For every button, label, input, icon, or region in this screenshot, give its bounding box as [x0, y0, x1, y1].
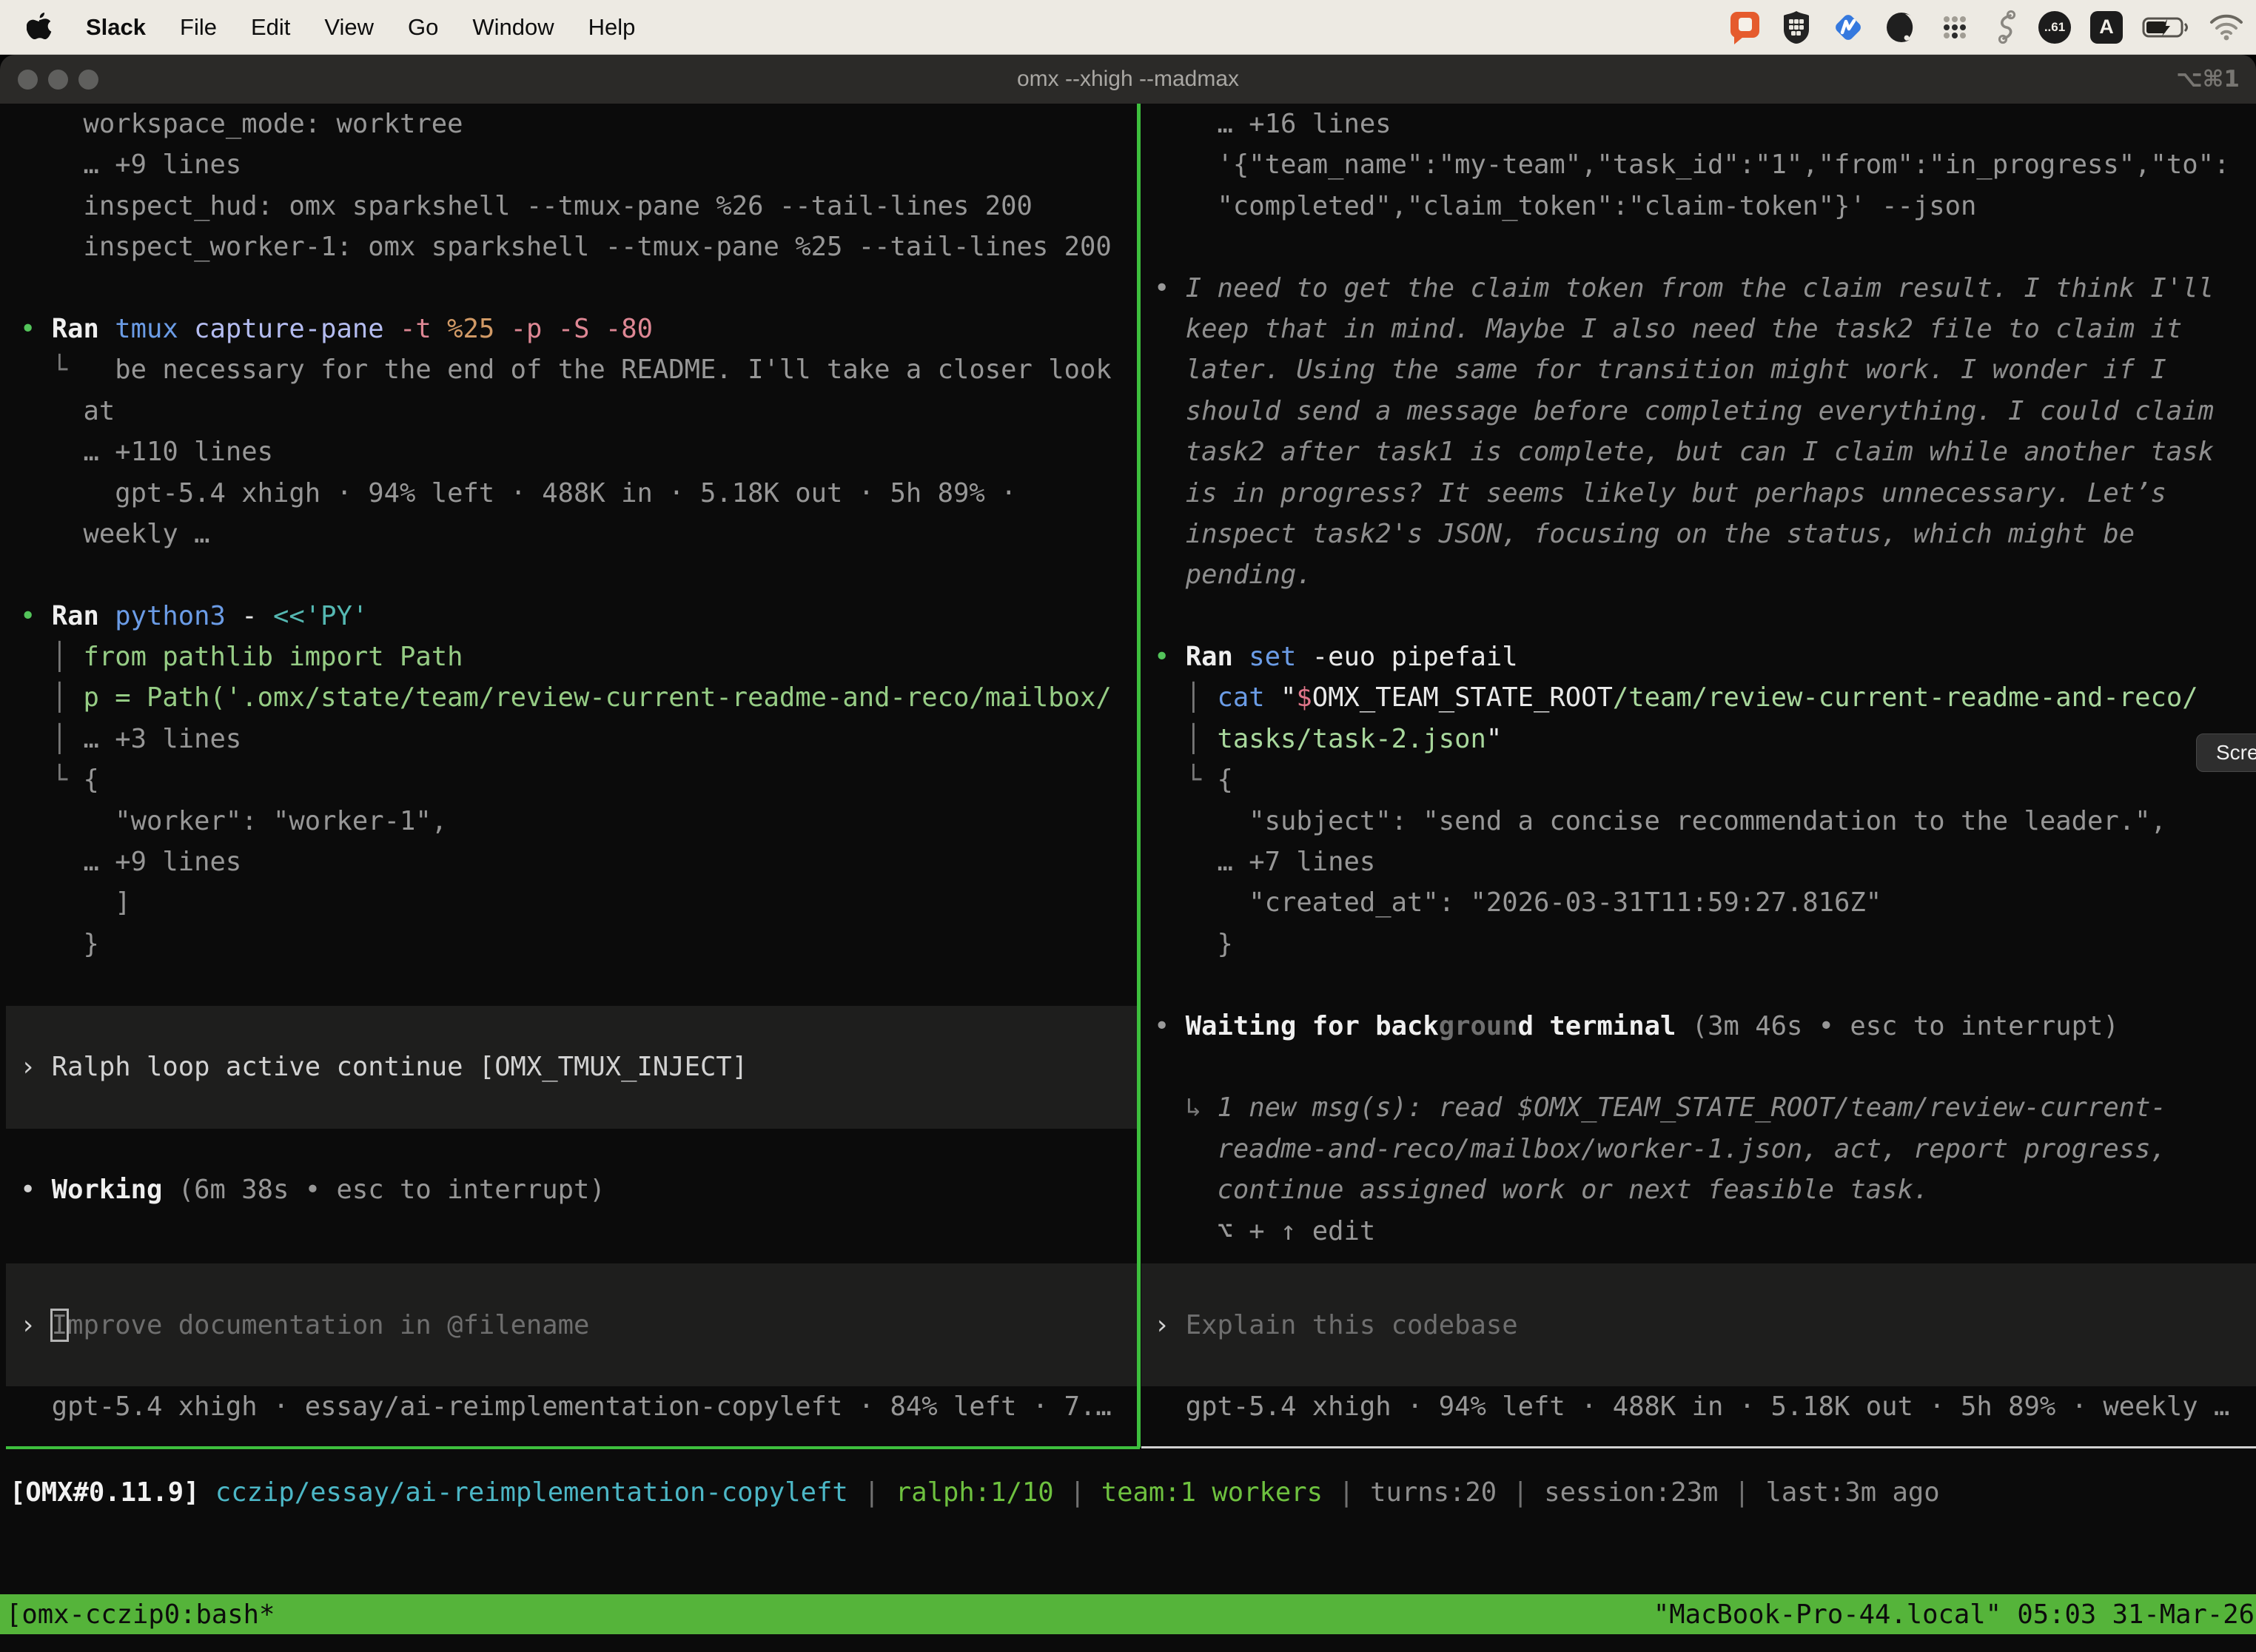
terminal-line: [1154, 226, 2256, 267]
title-bar: omx --xhigh --madmax ⌥⌘1: [0, 55, 2256, 104]
terminal-line: [1154, 596, 2256, 637]
terminal-line: }: [20, 924, 1137, 964]
terminal-line: └ be necessary for the end of the README…: [20, 349, 1137, 390]
terminal-line: "completed","claim_token":"claim-token"}…: [1154, 186, 2256, 226]
blue-zigzag-icon[interactable]: [1831, 10, 1865, 45]
spacer: [1154, 1252, 2256, 1263]
terminal-line: keep that in mind. Maybe I also need the…: [1154, 309, 2256, 349]
terminal-pane-left[interactable]: workspace_mode: worktree … +9 lines insp…: [6, 104, 1137, 1448]
spacer: [20, 1252, 1137, 1263]
omx-status-line: [OMX#0.11.9] cczip/essay/ai-reimplementa…: [10, 1472, 2245, 1513]
input-source-icon[interactable]: A: [2090, 11, 2123, 44]
pane-border-right: [1141, 1446, 2256, 1448]
terminal-line: inspect_hud: omx sparkshell --tmux-pane …: [20, 186, 1137, 226]
terminal-window: omx --xhigh --madmax ⌥⌘1 workspace_mode:…: [0, 55, 2256, 1652]
squiggle-icon[interactable]: [1991, 10, 2019, 45]
terminal-line: readme-and-reco/mailbox/worker-1.json, a…: [1154, 1129, 2256, 1169]
terminal-line: [20, 964, 1137, 1005]
terminal-line: [20, 1129, 1137, 1169]
tmux-session-label[interactable]: [omx-cczip0:bash*: [0, 1599, 275, 1630]
overlay-label: Scre: [2216, 741, 2256, 765]
terminal-line: }: [1154, 924, 2256, 964]
terminal-line: ⌥ + ↑ edit: [1154, 1211, 2256, 1252]
menu-item-go[interactable]: Go: [408, 14, 438, 41]
terminal-line: inspect_worker-1: omx sparkshell --tmux-…: [20, 226, 1137, 267]
terminal-line: │ tasks/task-2.json": [1154, 719, 2256, 759]
menu-item-help[interactable]: Help: [588, 14, 636, 41]
terminal-line: "subject": "send a concise recommendatio…: [1154, 801, 2256, 842]
terminal-line: '{"team_name":"my-team","task_id":"1","f…: [1154, 144, 2256, 185]
terminal-line: [20, 554, 1137, 595]
screen: Slack File Edit View Go Window Help: [0, 0, 2256, 1652]
tmux-host-clock: "MacBook-Pro-44.local" 05:03 31-Mar-26: [1654, 1599, 2256, 1630]
terminal-line: • Ran tmux capture-pane -t %25 -p -S -80: [20, 309, 1137, 349]
menu-item-edit[interactable]: Edit: [251, 14, 290, 41]
terminal-input-band[interactable]: › Explain this codebase: [1141, 1263, 2256, 1386]
terminal-line: gpt-5.4 xhigh · essay/ai-reimplementatio…: [20, 1386, 1137, 1427]
terminal-input-band[interactable]: › Ralph loop active continue [OMX_TMUX_I…: [6, 1006, 1137, 1129]
terminal-line: task2 after task1 is complete, but can I…: [1154, 432, 2256, 472]
terminal-line: • I need to get the claim token from the…: [1154, 268, 2256, 309]
menu-app-name[interactable]: Slack: [86, 14, 146, 41]
shield-grid-icon[interactable]: [1781, 10, 1812, 45]
terminal-line: └ {: [20, 759, 1137, 800]
terminal-line: │ cat "$OMX_TEAM_STATE_ROOT/team/review-…: [1154, 677, 2256, 718]
terminal-line: at: [20, 391, 1137, 432]
tmux-status-bar: [omx-cczip0:bash* "MacBook-Pro-44.local"…: [0, 1594, 2256, 1634]
terminal-line: should send a message before completing …: [1154, 391, 2256, 432]
terminal-line: … +9 lines: [20, 144, 1137, 185]
battery-percent-badge[interactable]: ..61: [2038, 11, 2071, 44]
pane-border-left: [6, 1446, 1140, 1449]
terminal-line: "created_at": "2026-03-31T11:59:27.816Z": [1154, 882, 2256, 923]
menu-bar: Slack File Edit View Go Window Help: [0, 0, 2256, 55]
terminal-line: "worker": "worker-1",: [20, 801, 1137, 842]
terminal-line: weekly …: [20, 514, 1137, 554]
screen-overlay-chip[interactable]: Scre: [2196, 733, 2256, 772]
terminal-line: continue assigned work or next feasible …: [1154, 1169, 2256, 1210]
terminal-line: … +9 lines: [20, 842, 1137, 882]
dots-grid-icon[interactable]: [1938, 10, 1972, 45]
terminal-line: • Ran set -euo pipefail: [1154, 637, 2256, 677]
omx-status-bar: [OMX#0.11.9] cczip/essay/ai-reimplementa…: [10, 1472, 2245, 1513]
menu-item-file[interactable]: File: [180, 14, 217, 41]
screenshot-app-icon[interactable]: [1728, 10, 1762, 45]
terminal-line: … +110 lines: [20, 432, 1137, 472]
pane-divider[interactable]: [1137, 104, 1141, 1448]
terminal-line: inspect task2's JSON, focusing on the st…: [1154, 514, 2256, 554]
window-shortcut-hint: ⌥⌘1: [2176, 55, 2240, 104]
terminal-line: gpt-5.4 xhigh · 94% left · 488K in · 5.1…: [20, 473, 1137, 514]
terminal-line: │ p = Path('.omx/state/team/review-curre…: [20, 677, 1137, 718]
terminal-line: is in progress? It seems likely but perh…: [1154, 473, 2256, 514]
terminal-line: workspace_mode: worktree: [20, 104, 1137, 144]
terminal-line: └ {: [1154, 759, 2256, 800]
battery-icon[interactable]: [2142, 10, 2189, 45]
menu-item-window[interactable]: Window: [472, 14, 554, 41]
terminal-line: later. Using the same for transition mig…: [1154, 349, 2256, 390]
apple-icon[interactable]: [27, 12, 52, 43]
terminal-line: • Working (6m 38s • esc to interrupt): [20, 1169, 1137, 1210]
terminal-input-band[interactable]: › Improve documentation in @filename: [6, 1263, 1137, 1386]
terminal-line: ↳ 1 new msg(s): read $OMX_TEAM_STATE_ROO…: [1154, 1087, 2256, 1128]
terminal-line: │ from pathlib import Path: [20, 637, 1137, 677]
crescent-circle-icon[interactable]: [1884, 10, 1918, 45]
terminal-line: pending.: [1154, 554, 2256, 595]
terminal-line: [1154, 964, 2256, 1005]
terminal-line: [1154, 1047, 2256, 1087]
terminal-line: [20, 1211, 1137, 1252]
terminal-line: • Ran python3 - <<'PY': [20, 596, 1137, 637]
window-title: omx --xhigh --madmax: [0, 55, 2256, 104]
terminal-line: ]: [20, 882, 1137, 923]
terminal-line: │ … +3 lines: [20, 719, 1137, 759]
terminal-pane-right[interactable]: … +16 lines '{"team_name":"my-team","tas…: [1141, 104, 2256, 1448]
terminal-line: … +16 lines: [1154, 104, 2256, 144]
terminal-line: • Waiting for background terminal (3m 46…: [1154, 1006, 2256, 1047]
menu-item-view[interactable]: View: [324, 14, 374, 41]
wifi-icon[interactable]: [2209, 10, 2244, 45]
terminal-line: … +7 lines: [1154, 842, 2256, 882]
terminal-line: gpt-5.4 xhigh · 94% left · 488K in · 5.1…: [1154, 1386, 2256, 1427]
terminal-line: [20, 268, 1137, 309]
